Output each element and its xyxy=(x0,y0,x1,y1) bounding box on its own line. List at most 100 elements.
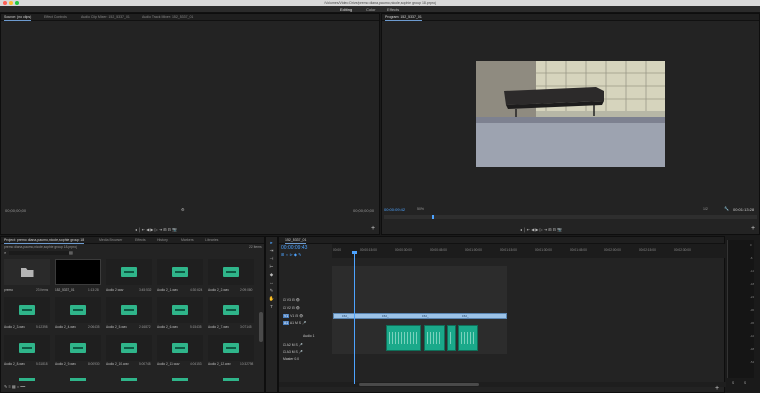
project-tabs: Project: premo diana,paumo,nicole,sophie… xyxy=(1,237,264,244)
ruler-tick-label: 00:01:15:00 xyxy=(500,248,517,252)
source-add-button[interactable]: + xyxy=(371,225,375,232)
settings-icon[interactable]: ⚙ xyxy=(181,207,185,212)
project-item-name: 152_5337_01 xyxy=(55,288,75,292)
tab-history[interactable]: History xyxy=(157,237,168,244)
wrench-icon[interactable]: 🔧 xyxy=(724,206,729,211)
slip-tool-icon[interactable]: ↔ xyxy=(268,280,275,286)
tab-effects[interactable]: Effects xyxy=(135,237,146,244)
master-value[interactable]: 0.0 xyxy=(294,357,299,361)
timeline-add-button[interactable]: + xyxy=(715,385,719,392)
search-icon[interactable]: ⌕ xyxy=(4,250,6,255)
clip-label: 152_ xyxy=(382,314,389,318)
meter-scale-label: -6 xyxy=(750,256,753,260)
project-item-thumb[interactable] xyxy=(55,297,101,323)
project-bottom-tools[interactable]: ✎ ≡ ▦ ○ ━━ xyxy=(4,384,25,389)
razor-tool-icon[interactable]: ◆ xyxy=(268,272,275,278)
program-timecode[interactable]: 00:00:09:42 xyxy=(384,207,405,212)
program-transport-controls[interactable]: ◂ │ ⇤ ◀ ▶ ▷ ⇥ ⊞ ⊟ 📷 xyxy=(520,227,562,232)
new-bin-icon[interactable]: ▤ xyxy=(69,250,73,255)
tab-sequence[interactable]: 152_5337_01 xyxy=(285,237,307,244)
track-label-a2: ⊡ A2 M S 🎤 xyxy=(283,343,303,347)
meter-scale-label: -18 xyxy=(750,282,755,286)
timeline-playhead[interactable] xyxy=(354,252,355,384)
track-v2-name: V2 xyxy=(286,306,291,310)
project-item-thumb[interactable] xyxy=(106,297,152,323)
video-clip[interactable]: 152_ 152_ 152_ 152_ xyxy=(333,313,507,319)
project-item-thumb[interactable] xyxy=(157,335,203,361)
timeline-scrollbar[interactable] xyxy=(279,382,726,387)
ruler-tick-label: 00:02:30:00 xyxy=(674,248,691,252)
waveform-icon xyxy=(19,378,35,381)
tab-media-browser[interactable]: Media Browser xyxy=(99,237,122,244)
waveform-icon xyxy=(223,343,239,353)
ripple-edit-tool-icon[interactable]: ⊣ xyxy=(268,256,275,262)
waveform-icon xyxy=(121,378,137,381)
project-item-thumb[interactable] xyxy=(106,335,152,361)
project-item-name: Audio 2_12.wav xyxy=(208,362,231,366)
tab-audio-track-mixer[interactable]: Audio Track Mixer: 152_5337_01 xyxy=(142,14,193,21)
type-tool-icon[interactable]: T xyxy=(268,304,275,310)
workspace-color[interactable]: Color xyxy=(366,6,376,13)
project-item-thumb[interactable] xyxy=(55,335,101,361)
waveform-icon xyxy=(172,378,188,381)
tab-source[interactable]: Source: (no clips) xyxy=(4,14,32,21)
project-item-thumb[interactable] xyxy=(55,259,101,285)
audio-clip[interactable] xyxy=(386,325,421,351)
track-select-tool-icon[interactable]: ⇥ xyxy=(268,248,275,254)
workspace-editing[interactable]: Editing xyxy=(340,6,352,13)
meter-solo-right[interactable]: S xyxy=(744,381,746,385)
track-v1-name: V1 xyxy=(290,314,295,318)
program-add-button[interactable]: + xyxy=(751,225,755,232)
audio-clip[interactable] xyxy=(424,325,445,351)
timeline-scroll-thumb[interactable] xyxy=(359,383,479,386)
tab-libraries[interactable]: Libraries xyxy=(205,237,218,244)
project-item-thumb[interactable] xyxy=(106,259,152,285)
resolution-select[interactable]: 1/2 xyxy=(703,207,708,211)
program-scrub-bar[interactable] xyxy=(384,215,757,219)
source-transport-controls[interactable]: ◂ │ ⇤ ◀ ▶ ▷ ⇥ ⊞ ⊟ 📷 xyxy=(135,227,177,232)
zoom-select[interactable]: 50% xyxy=(417,207,424,211)
project-item-name: Audio 2_11.wav xyxy=(157,362,180,366)
audio-clip[interactable] xyxy=(447,325,456,351)
project-item-thumb[interactable] xyxy=(4,335,50,361)
project-item-thumb[interactable] xyxy=(208,297,254,323)
track-v1-target[interactable]: V1 xyxy=(283,314,290,318)
source-tabs: Source: (no clips) Effect Controls Audio… xyxy=(1,14,379,21)
hand-tool-icon[interactable]: ✋ xyxy=(268,296,275,302)
project-item-name: Audio 2.wav xyxy=(106,288,124,292)
project-search-input[interactable] xyxy=(9,251,69,255)
waveform-icon xyxy=(121,267,137,277)
meter-solo-left[interactable]: S xyxy=(732,381,734,385)
project-item-thumb[interactable] xyxy=(157,259,203,285)
timeline-tool-icons[interactable]: ⊞ ∩ ⊳ ◆ ✎ xyxy=(281,252,301,257)
project-scrollbar[interactable] xyxy=(259,312,263,342)
timeline-timecode[interactable]: 00:00:09:43 xyxy=(281,245,307,251)
project-item-thumb[interactable] xyxy=(4,259,50,285)
project-item-name: premo xyxy=(4,288,14,292)
track-a3-name: A3 xyxy=(286,350,291,354)
meter-scale-label: 0 xyxy=(750,243,752,247)
pen-tool-icon[interactable]: ✎ xyxy=(268,288,275,294)
tab-markers[interactable]: Markers xyxy=(181,237,194,244)
timeline-ruler[interactable] xyxy=(332,244,726,258)
track-a1-target[interactable]: A1 xyxy=(283,321,290,325)
project-item-thumb[interactable] xyxy=(208,259,254,285)
program-playhead[interactable] xyxy=(432,215,434,219)
waveform-icon xyxy=(19,305,35,315)
selection-tool-icon[interactable]: ▸ xyxy=(268,240,275,246)
tab-project[interactable]: Project: premo diana,paumo,nicole,sophie… xyxy=(4,237,85,244)
tab-effect-controls[interactable]: Effect Controls xyxy=(44,14,67,21)
tab-audio-clip-mixer[interactable]: Audio Clip Mixer: 152_5337_01 xyxy=(81,14,130,21)
project-item-thumb[interactable] xyxy=(208,335,254,361)
project-item-name: Audio 2_1.wav xyxy=(157,288,178,292)
workspace-effects[interactable]: Effects xyxy=(387,6,399,13)
waveform-icon xyxy=(121,343,137,353)
tab-program[interactable]: Program: 152_5337_01 xyxy=(385,14,422,21)
audio-clip[interactable] xyxy=(458,325,478,351)
project-item-duration: 5:12398 xyxy=(36,325,48,329)
playhead-handle[interactable] xyxy=(352,251,357,254)
project-item-thumb[interactable] xyxy=(4,297,50,323)
project-item-thumb[interactable] xyxy=(157,297,203,323)
track-label-v3: ⊡ V3 ⊟ 👁 xyxy=(283,298,300,302)
rolling-edit-tool-icon[interactable]: ⊢ xyxy=(268,264,275,270)
